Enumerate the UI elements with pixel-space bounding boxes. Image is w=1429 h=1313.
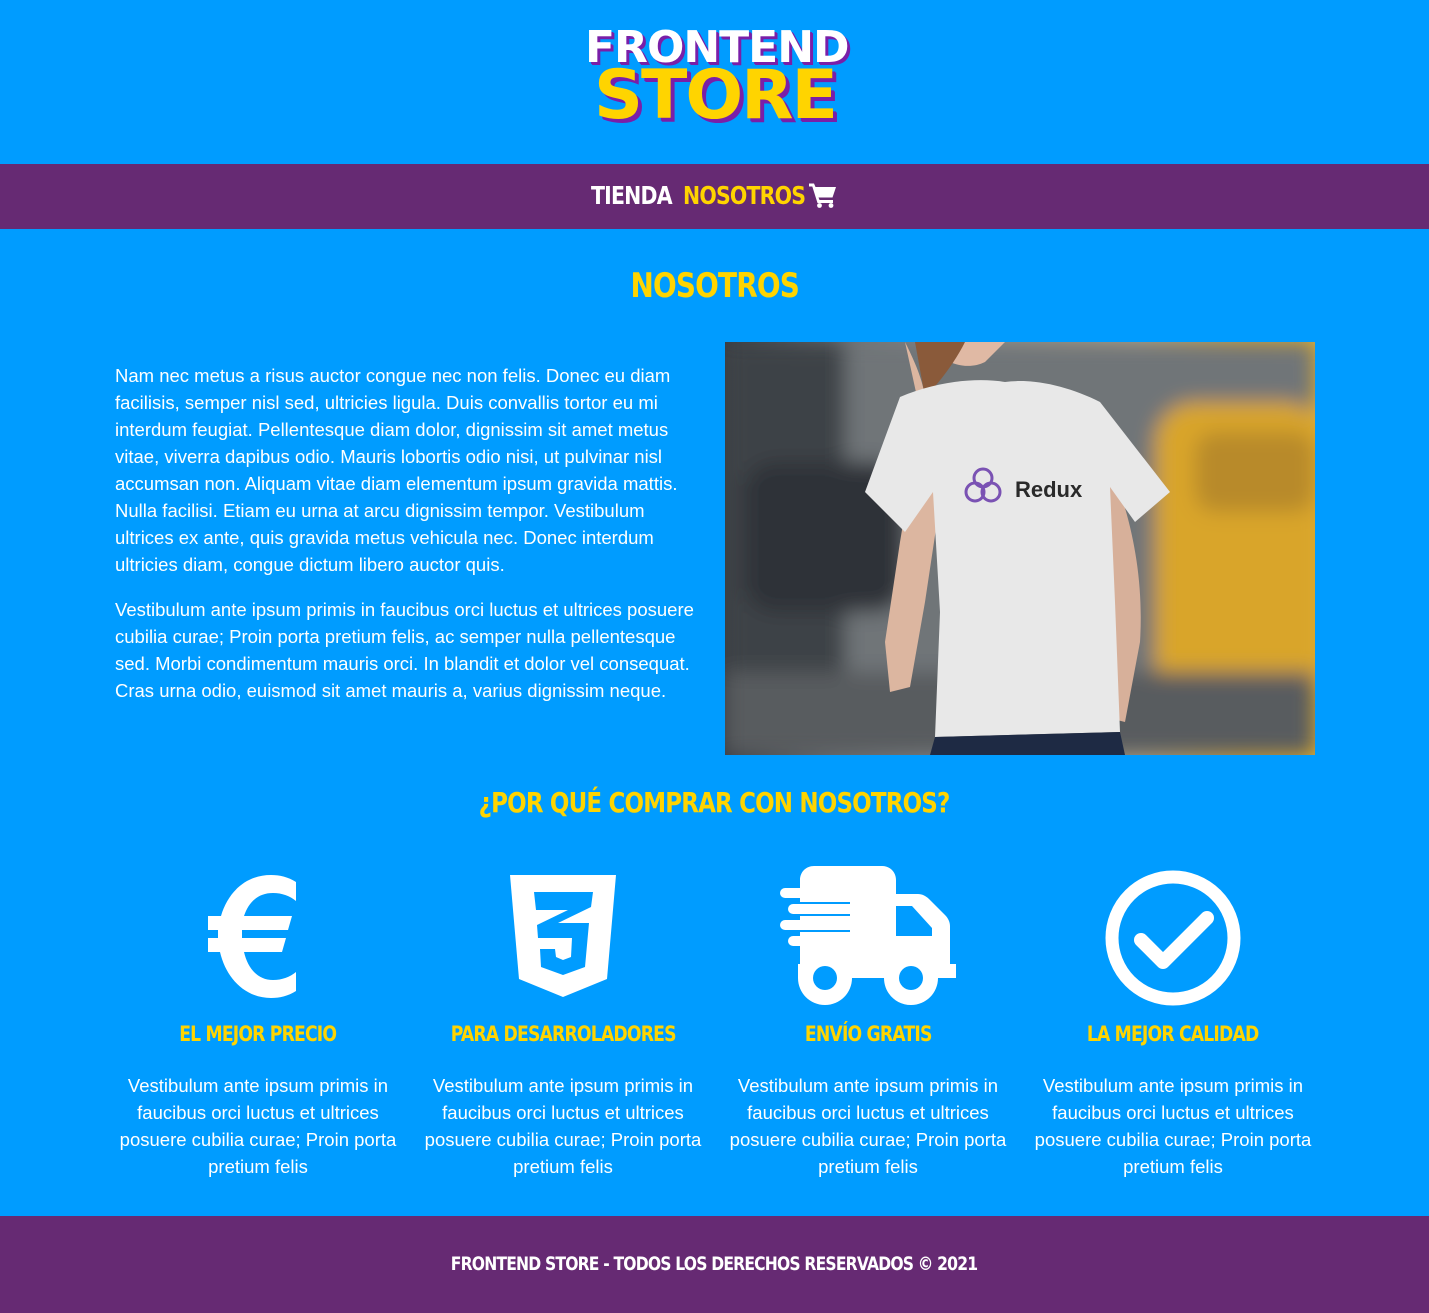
why-section-title: ¿POR QUÉ COMPRAR CON NOSOTROS?: [479, 786, 951, 819]
shipping-truck-icon: [780, 866, 956, 1005]
about-paragraph: Nam nec metus a risus auctor congue nec …: [115, 365, 678, 575]
nav-link-nosotros[interactable]: NOSOTROS: [683, 180, 806, 212]
photo-illustration: Redux: [725, 342, 1315, 755]
feature-card-shipping: ENVÍO GRATIS Vestibulum ante ipsum primi…: [723, 860, 1013, 1177]
main-nav: TIENDA NOSOTROS: [0, 164, 1429, 229]
about-paragraph: Vestibulum ante ipsum primis in faucibus…: [115, 599, 694, 701]
site-footer: FRONTEND STORE - TODOS LOS DERECHOS RESE…: [0, 1216, 1429, 1313]
page-title: NOSOTROS: [630, 266, 799, 306]
footer-copyright: FRONTEND STORE - TODOS LOS DERECHOS RESE…: [451, 1253, 978, 1275]
check-circle-icon: [1105, 870, 1241, 1006]
css3-icon: [510, 875, 616, 997]
feature-text: Vestibulum ante ipsum primis in faucibus…: [1034, 1075, 1312, 1177]
site-logo[interactable]: FRONTEND STORE: [585, 26, 850, 135]
shirt-text: Redux: [1015, 477, 1083, 502]
feature-text: Vestibulum ante ipsum primis in faucibus…: [119, 1075, 397, 1177]
feature-title: EL MEJOR PRECIO: [179, 1022, 338, 1046]
feature-card-quality: LA MEJOR CALIDAD Vestibulum ante ipsum p…: [1028, 860, 1318, 1177]
shopping-cart-icon[interactable]: [809, 182, 837, 208]
feature-title: LA MEJOR CALIDAD: [1087, 1022, 1259, 1046]
feature-title: PARA DESARROLADORES: [450, 1022, 677, 1046]
feature-text: Vestibulum ante ipsum primis in faucibus…: [424, 1075, 702, 1177]
feature-card-price: EL MEJOR PRECIO Vestibulum ante ipsum pr…: [113, 860, 403, 1177]
feature-card-developers: PARA DESARROLADORES Vestibulum ante ipsu…: [418, 860, 708, 1177]
site-header: FRONTEND STORE: [0, 0, 1429, 164]
feature-text: Vestibulum ante ipsum primis in faucibus…: [729, 1075, 1007, 1177]
euro-icon: [208, 875, 296, 998]
about-photo: Redux: [725, 342, 1315, 755]
feature-title: ENVÍO GRATIS: [804, 1022, 932, 1046]
about-text: Nam nec metus a risus auctor congue nec …: [115, 362, 700, 722]
logo-line-store: STORE: [594, 56, 838, 135]
nav-link-tienda[interactable]: TIENDA: [591, 180, 673, 212]
